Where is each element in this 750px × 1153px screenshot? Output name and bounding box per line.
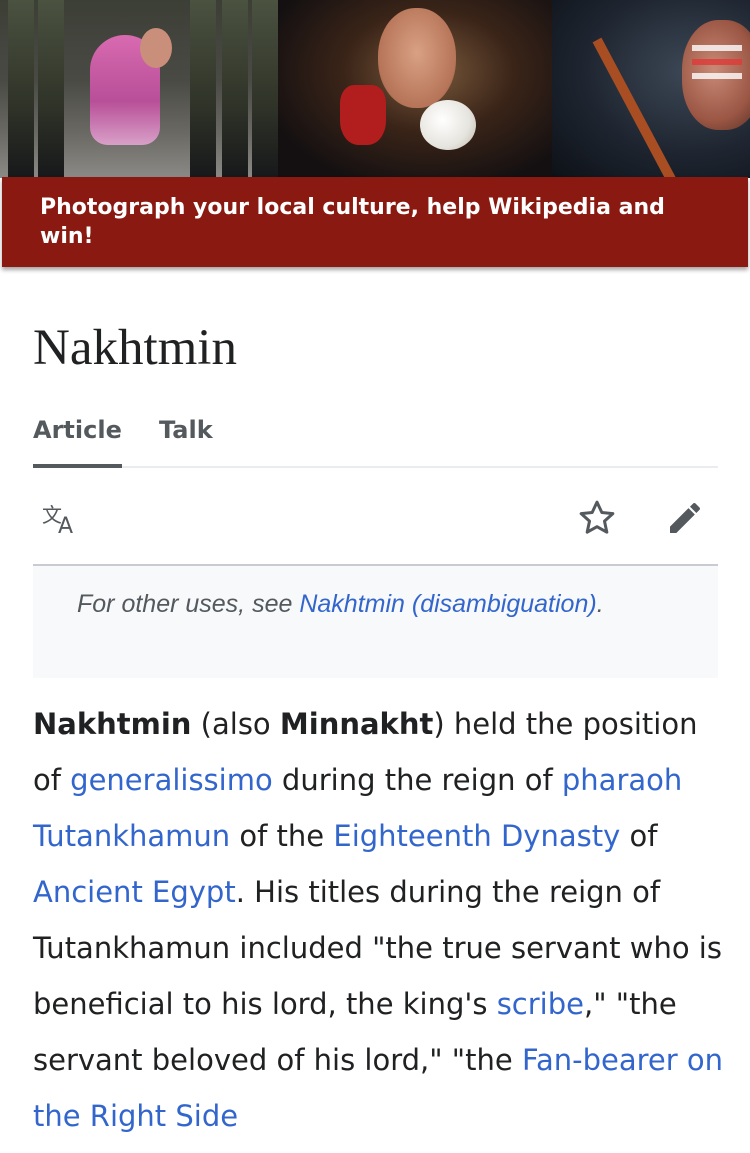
page-tabs: Article Talk	[33, 410, 718, 468]
banner-text[interactable]: Photograph your local culture, help Wiki…	[40, 193, 710, 251]
page-title: Nakhtmin	[33, 320, 237, 376]
hatnote: For other uses, see Nakhtmin (disambigua…	[33, 566, 718, 678]
hatnote-prefix: For other uses, see	[77, 590, 300, 618]
text-run: (also	[191, 707, 280, 741]
link-generalissimo[interactable]: generalissimo	[70, 763, 273, 797]
tab-article[interactable]: Article	[33, 416, 122, 468]
banner-photo-performer	[552, 0, 750, 178]
svg-text:A: A	[58, 514, 73, 536]
link-scribe[interactable]: scribe	[497, 987, 584, 1021]
tab-talk[interactable]: Talk	[159, 416, 213, 444]
banner-photo-strip	[0, 0, 750, 178]
article-lead-paragraph: Nakhtmin (also Minnakht) held the positi…	[33, 696, 723, 1144]
banner-photo-child-soldiers	[0, 0, 278, 178]
link-ancient-egypt[interactable]: Ancient Egypt	[33, 875, 236, 909]
article-alt-name: Minnakht	[279, 707, 434, 741]
star-icon[interactable]	[575, 496, 619, 540]
disambiguation-link[interactable]: Nakhtmin (disambiguation)	[299, 590, 596, 618]
pencil-icon[interactable]	[663, 496, 707, 540]
text-run: during the reign of	[272, 763, 562, 797]
banner-caption-bar[interactable]: Photograph your local culture, help Wiki…	[2, 177, 748, 267]
translate-icon[interactable]: 文 A	[39, 496, 83, 540]
text-run: of	[620, 819, 658, 853]
banner-photo-dancer	[278, 0, 552, 178]
text-run: of the	[230, 819, 334, 853]
article-subject: Nakhtmin	[33, 707, 192, 741]
page-actions-toolbar: 文 A	[33, 468, 718, 566]
hatnote-suffix: .	[596, 590, 604, 618]
link-eighteenth-dynasty[interactable]: Eighteenth Dynasty	[333, 819, 620, 853]
campaign-banner[interactable]: Photograph your local culture, help Wiki…	[0, 0, 750, 268]
